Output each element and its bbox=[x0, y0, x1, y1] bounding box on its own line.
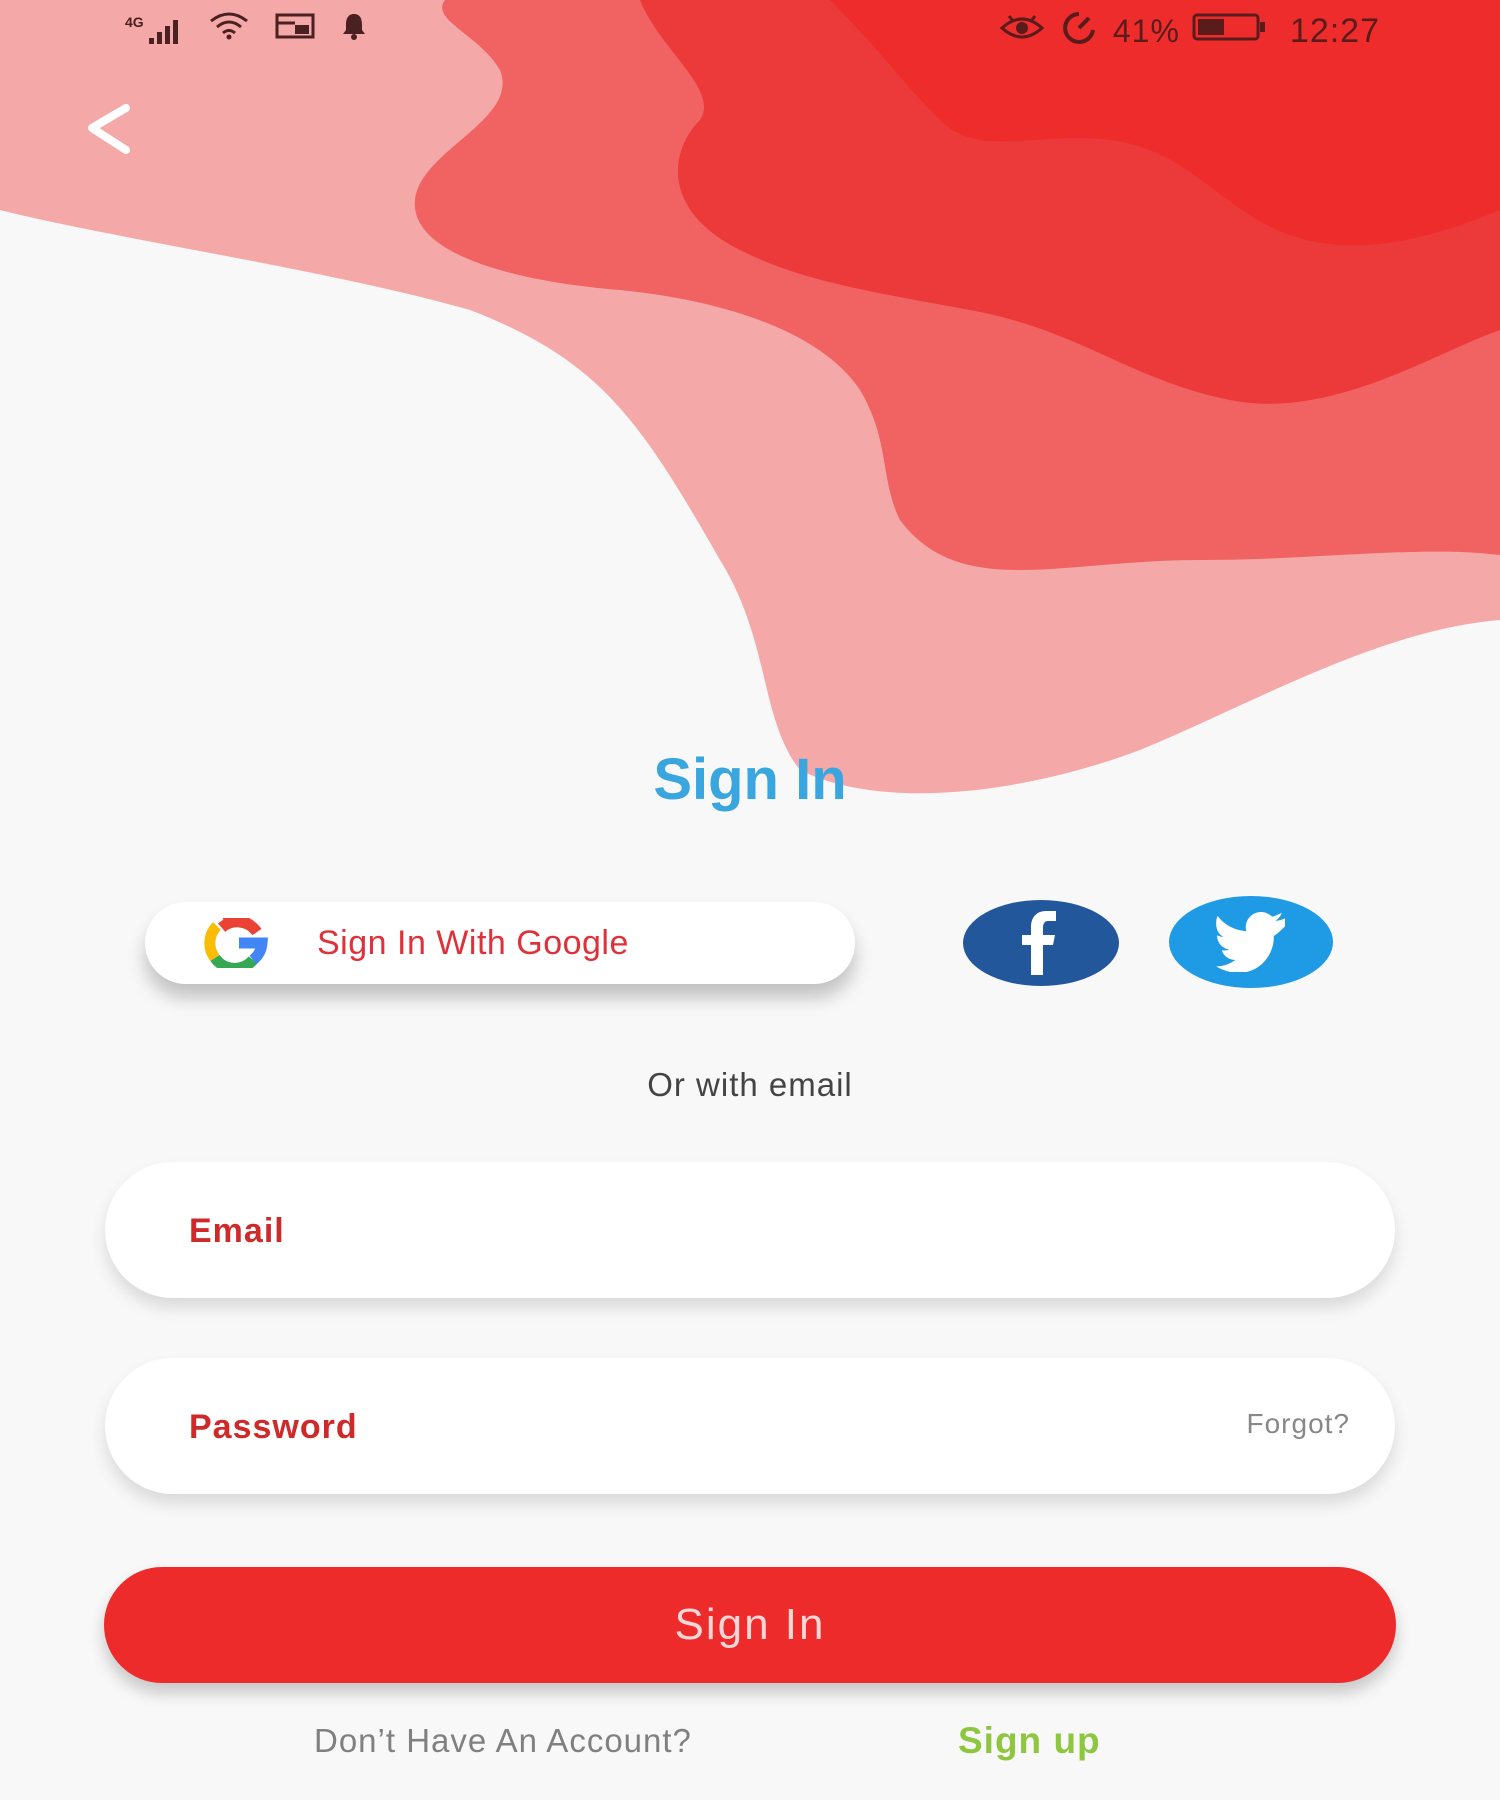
google-signin-label: Sign In With Google bbox=[317, 923, 629, 962]
back-button[interactable] bbox=[80, 100, 140, 160]
email-field[interactable] bbox=[187, 1162, 1191, 1300]
data-saver-icon bbox=[1057, 10, 1101, 52]
signal-icon: 4G bbox=[125, 14, 183, 44]
email-field-container bbox=[105, 1162, 1395, 1300]
clock: 12:27 bbox=[1289, 11, 1380, 50]
facebook-icon bbox=[1022, 911, 1056, 975]
network-type: 4G bbox=[125, 13, 144, 30]
password-field[interactable] bbox=[187, 1358, 1191, 1496]
status-right-icons: 41% 12:27 bbox=[999, 10, 1380, 52]
google-icon bbox=[204, 918, 268, 968]
sign-in-button[interactable]: Sign In bbox=[104, 1567, 1396, 1683]
wifi-icon bbox=[209, 12, 249, 45]
sign-up-link[interactable]: Sign up bbox=[958, 1720, 1101, 1762]
google-signin-button[interactable]: Sign In With Google bbox=[145, 902, 855, 984]
no-account-prompt: Don’t Have An Account? bbox=[314, 1722, 692, 1759]
password-field-container: Forgot? bbox=[105, 1358, 1395, 1496]
battery-percent: 41% bbox=[1112, 12, 1180, 49]
cast-icon bbox=[275, 13, 315, 44]
twitter-icon bbox=[1216, 912, 1286, 972]
battery-icon bbox=[1192, 11, 1268, 51]
facebook-signin-button[interactable] bbox=[963, 900, 1119, 986]
status-left-icons: 4G bbox=[125, 12, 367, 45]
chevron-left-icon bbox=[88, 104, 130, 154]
status-bar: 4G 41% 12:27 bbox=[0, 0, 1500, 60]
forgot-password-link[interactable]: Forgot? bbox=[1247, 1408, 1351, 1440]
twitter-signin-button[interactable] bbox=[1169, 896, 1333, 988]
notification-bell-icon bbox=[341, 12, 367, 45]
background-waves bbox=[0, 0, 1500, 794]
eye-icon bbox=[999, 13, 1045, 50]
or-with-email-text: Or with email bbox=[647, 1066, 853, 1103]
page-title: Sign In bbox=[653, 747, 847, 812]
